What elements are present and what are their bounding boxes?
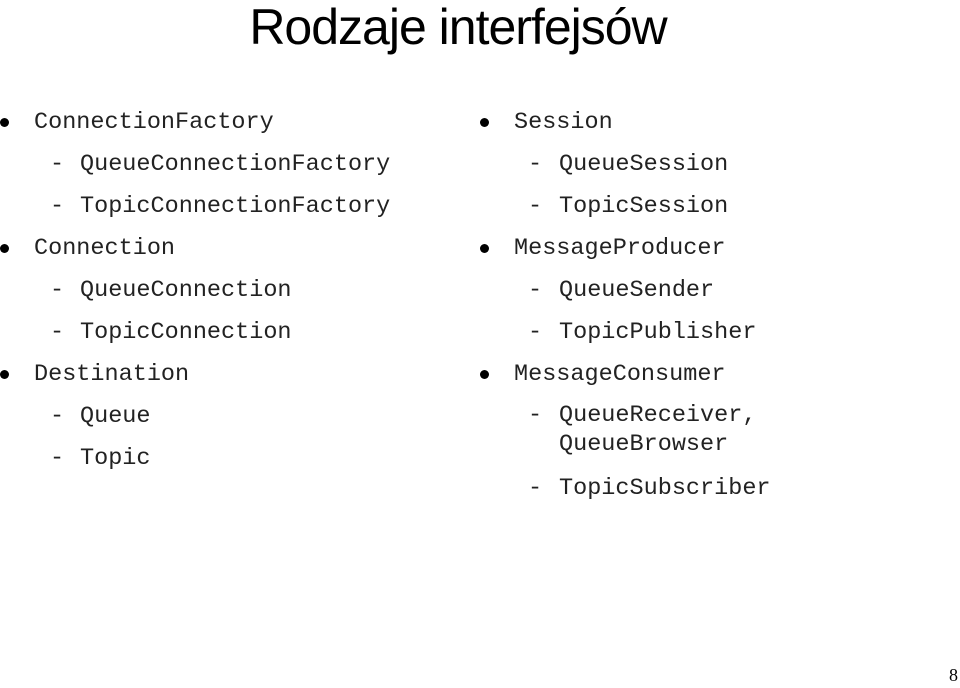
sub-list-item: - QueueSender xyxy=(478,272,771,314)
sub-list-item: - Topic xyxy=(0,440,390,482)
item-label: QueueSession xyxy=(559,151,729,178)
dash-icon: - xyxy=(50,403,65,430)
item-label: TopicConnection xyxy=(80,319,292,346)
dash-icon: - xyxy=(50,319,65,346)
dash-icon: - xyxy=(528,319,543,346)
dash-icon: - xyxy=(528,193,543,220)
bullet-icon xyxy=(0,118,9,127)
item-label: MessageProducer xyxy=(514,235,726,262)
list-item: Destination xyxy=(0,356,390,398)
item-label: Connection xyxy=(34,235,176,262)
left-column: ConnectionFactory - QueueConnectionFactor… xyxy=(0,104,390,482)
item-label: Topic xyxy=(80,445,151,472)
sub-list-item: - QueueConnection xyxy=(0,272,390,314)
slide-title: Rodzaje interfejsów xyxy=(249,0,667,55)
item-label: Queue xyxy=(80,403,151,430)
list-item: Connection xyxy=(0,230,390,272)
sub-list-item: - TopicSession xyxy=(478,188,771,230)
list-item: MessageProducer xyxy=(478,230,771,272)
item-label: ConnectionFactory xyxy=(34,109,274,136)
item-label: TopicSubscriber xyxy=(559,475,771,502)
right-column: Session - QueueSession - TopicSession Mess… xyxy=(478,104,771,512)
sub-list-item: - TopicPublisher xyxy=(478,314,771,356)
item-label: TopicConnectionFactory xyxy=(80,193,391,220)
dash-icon: - xyxy=(50,193,65,220)
dash-icon: - xyxy=(50,277,65,304)
sub-list-item: - TopicConnection xyxy=(0,314,390,356)
bullet-icon xyxy=(0,370,9,379)
sub-list-item: - TopicSubscriber xyxy=(478,470,771,512)
item-label: Destination xyxy=(34,361,190,388)
sub-list-item: - QueueSession xyxy=(478,146,771,188)
dash-icon: - xyxy=(50,151,65,178)
item-label: MessageConsumer xyxy=(514,361,726,388)
sub-list-item: - QueueReceiver, QueueBrowser xyxy=(478,398,771,470)
sub-list-item: - Queue xyxy=(0,398,390,440)
item-label: QueueConnectionFactory xyxy=(80,151,391,178)
bullet-icon xyxy=(480,244,489,253)
sub-list-item: - QueueConnectionFactory xyxy=(0,146,390,188)
bullet-icon xyxy=(480,118,489,127)
item-label: TopicPublisher xyxy=(559,319,757,346)
list-item: MessageConsumer xyxy=(478,356,771,398)
dash-icon: - xyxy=(528,402,543,429)
item-label: QueueConnection xyxy=(80,277,292,304)
dash-icon: - xyxy=(528,277,543,304)
item-label: Session xyxy=(514,109,613,136)
sub-list-item: - TopicConnectionFactory xyxy=(0,188,390,230)
list-item: ConnectionFactory xyxy=(0,104,390,146)
dash-icon: - xyxy=(528,475,543,502)
dash-icon: - xyxy=(528,151,543,178)
item-label: TopicSession xyxy=(559,193,729,220)
item-label: QueueSender xyxy=(559,277,715,304)
page-number: 8 xyxy=(949,665,958,685)
bullet-icon xyxy=(0,244,9,253)
list-item: Session xyxy=(478,104,771,146)
dash-icon: - xyxy=(50,445,65,472)
bullet-icon xyxy=(480,370,489,379)
item-label: QueueReceiver, QueueBrowser xyxy=(559,402,757,458)
